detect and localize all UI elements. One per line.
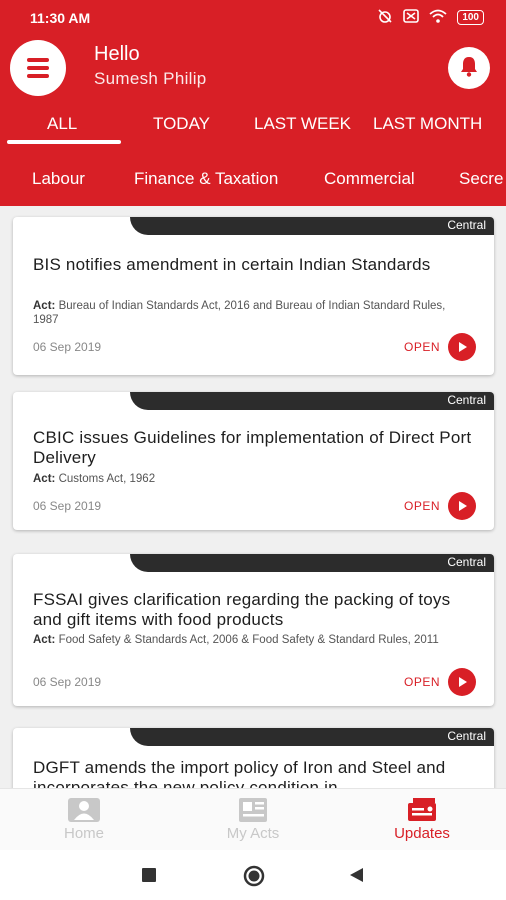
- jurisdiction-tag: Central: [130, 392, 494, 410]
- open-button[interactable]: [448, 668, 476, 696]
- card-act: Act: Customs Act, 1962: [33, 473, 156, 485]
- nav-updates[interactable]: Updates: [362, 795, 482, 842]
- card-title: CBIC issues Guidelines for implementatio…: [33, 428, 472, 467]
- open-label[interactable]: OPEN: [404, 340, 440, 354]
- open-button[interactable]: [448, 492, 476, 520]
- nav-my-acts-label: My Acts: [226, 825, 280, 842]
- tag-label: Central: [447, 729, 486, 743]
- home-icon: [24, 795, 144, 823]
- card-date: 06 Sep 2019: [33, 499, 102, 513]
- active-tab-indicator: [7, 140, 121, 144]
- back-button[interactable]: [349, 868, 363, 887]
- alarm-off-icon: [377, 9, 393, 26]
- open-label[interactable]: OPEN: [404, 675, 440, 689]
- play-arrow-icon: [459, 342, 467, 352]
- bottom-navigation: Home My Acts Updates: [0, 788, 506, 850]
- nav-home-label: Home: [63, 825, 104, 842]
- card-date: 06 Sep 2019: [33, 675, 102, 689]
- tab-today[interactable]: TODAY: [153, 114, 210, 134]
- card-title: BIS notifies amendment in certain Indian…: [33, 255, 431, 274]
- tag-label: Central: [447, 555, 486, 569]
- nav-updates-label: Updates: [394, 825, 450, 842]
- category-finance-taxation[interactable]: Finance & Taxation: [134, 169, 278, 189]
- user-name: Sumesh Philip: [94, 69, 207, 88]
- menu-button[interactable]: [10, 40, 66, 96]
- jurisdiction-tag: Central: [130, 217, 494, 235]
- status-bar: 11:30 AM 100: [0, 0, 506, 36]
- tab-last-month[interactable]: LAST MONTH: [373, 114, 482, 134]
- play-arrow-icon: [459, 677, 467, 687]
- category-tabs: Labour Finance & Taxation Commercial Sec…: [0, 160, 506, 200]
- card-title: FSSAI gives clarification regarding the …: [33, 590, 451, 629]
- tab-last-week[interactable]: LAST WEEK: [254, 114, 351, 134]
- updates-feed: Central BIS notifies amendment in certai…: [0, 206, 506, 788]
- home-system-button[interactable]: [243, 865, 265, 892]
- jurisdiction-tag: Central: [130, 554, 494, 572]
- greeting-hello: Hello: [94, 43, 140, 65]
- jurisdiction-tag: Central: [130, 728, 494, 746]
- update-card[interactable]: Central BIS notifies amendment in certai…: [13, 217, 494, 375]
- updates-icon: [362, 795, 482, 823]
- update-card[interactable]: Central FSSAI gives clarification regard…: [13, 554, 494, 706]
- nav-my-acts[interactable]: My Acts: [193, 795, 313, 842]
- category-labour[interactable]: Labour: [32, 169, 85, 189]
- open-button[interactable]: [448, 333, 476, 361]
- open-label[interactable]: OPEN: [404, 499, 440, 513]
- tab-all[interactable]: ALL: [47, 114, 77, 134]
- back-triangle-icon: [350, 868, 363, 882]
- tag-label: Central: [447, 218, 486, 232]
- app-header: 11:30 AM 100 Hello Sumesh Philip ALL TOD…: [0, 0, 506, 206]
- menu-icon: [27, 58, 49, 62]
- category-commercial[interactable]: Commercial: [324, 169, 415, 189]
- status-time: 11:30 AM: [30, 10, 91, 26]
- card-act: Act: Bureau of Indian Standards Act, 201…: [33, 300, 446, 326]
- system-navigation-bar: [0, 850, 506, 900]
- status-icons: 100: [377, 9, 484, 26]
- category-secretarial[interactable]: Secre: [459, 169, 503, 189]
- update-card[interactable]: Central DGFT amends the import policy of…: [13, 728, 494, 788]
- card-title: DGFT amends the import policy of Iron an…: [33, 758, 446, 788]
- sim-off-icon: [403, 9, 420, 26]
- circle-icon: [243, 865, 265, 887]
- update-card[interactable]: Central CBIC issues Guidelines for imple…: [13, 392, 494, 530]
- wifi-icon: [429, 9, 447, 26]
- square-icon: [142, 868, 156, 882]
- nav-home[interactable]: Home: [24, 795, 144, 842]
- play-arrow-icon: [459, 501, 467, 511]
- card-date: 06 Sep 2019: [33, 340, 102, 354]
- card-act: Act: Food Safety & Standards Act, 2006 &…: [33, 634, 439, 646]
- recent-apps-button[interactable]: [142, 868, 156, 887]
- notifications-button[interactable]: [448, 47, 490, 89]
- tag-label: Central: [447, 393, 486, 407]
- greeting: Hello Sumesh Philip: [94, 42, 207, 92]
- bell-icon: [459, 55, 479, 82]
- battery-indicator: 100: [457, 10, 484, 25]
- document-icon: [193, 795, 313, 823]
